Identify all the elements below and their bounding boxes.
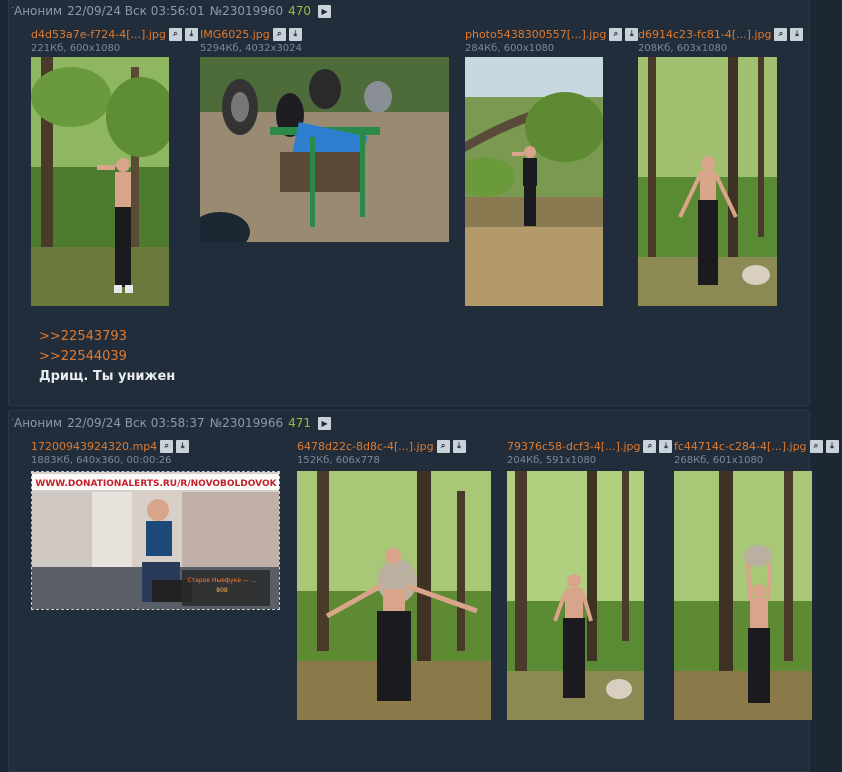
- video-banner-text: WWW.DONATIONALERTS.RU/R/NOVOBOLDOVOK: [35, 479, 277, 489]
- file-meta: 5294Кб, 4032x3024: [200, 43, 302, 54]
- download-icon[interactable]: ⤓: [452, 439, 466, 453]
- download-icon[interactable]: ⤓: [825, 439, 839, 453]
- download-icon[interactable]: ⤓: [625, 27, 639, 41]
- file-thumbnail[interactable]: [465, 57, 603, 306]
- file-item: 17200943924320.mp4 ⌕ ⤓ 1883Кб, 640x360, …: [31, 438, 190, 467]
- file-name-link[interactable]: IMG6025.jpg: [200, 28, 270, 41]
- file-item: fc44714c-c284-4[...].jpg ⌕ ⤓ 268Кб, 601x…: [674, 438, 839, 467]
- post-count: 470: [288, 4, 312, 18]
- search-icon[interactable]: ⌕: [436, 439, 450, 453]
- file-meta: 221Кб, 600x1080: [31, 43, 121, 54]
- file-thumbnail[interactable]: [297, 471, 491, 720]
- file-meta: 208Кб, 603x1080: [638, 43, 728, 54]
- post-23019966: ˙ Аноним 22/09/24 Вск 03:58:37 №23019966…: [8, 410, 839, 772]
- file-name-link[interactable]: photo5438300557[...].jpg: [465, 28, 606, 41]
- file-item: IMG6025.jpg ⌕ ⤓ 5294Кб, 4032x3024: [200, 26, 302, 55]
- file-item: d6914c23-fc81-4[...].jpg ⌕ ⤓ 208Кб, 603x…: [638, 26, 804, 55]
- file-meta: 1883Кб, 640x360, 00:00:26: [31, 455, 172, 466]
- file-meta: 204Кб, 591x1080: [507, 455, 597, 466]
- post-number[interactable]: №23019966: [210, 416, 284, 430]
- play-icon[interactable]: ▶: [318, 4, 332, 18]
- file-meta: 284Кб, 600x1080: [465, 43, 555, 54]
- file-thumbnail[interactable]: [507, 471, 644, 720]
- file-item: d4d53a7e-f724-4[...].jpg ⌕ ⤓ 221Кб, 600x…: [31, 26, 198, 55]
- post-datetime: 22/09/24 Вск 03:58:37: [67, 416, 205, 430]
- post-header: Аноним 22/09/24 Вск 03:58:37 №23019966 4…: [14, 416, 332, 430]
- post-author: Аноним: [14, 416, 63, 430]
- file-name-link[interactable]: d4d53a7e-f724-4[...].jpg: [31, 28, 166, 41]
- post-author: Аноним: [14, 4, 63, 18]
- search-icon[interactable]: ⌕: [809, 439, 823, 453]
- download-icon[interactable]: ⤓: [659, 439, 673, 453]
- file-thumbnail[interactable]: [638, 57, 777, 306]
- post-count: 471: [288, 416, 312, 430]
- file-item: photo5438300557[...].jpg ⌕ ⤓ 284Кб, 600x…: [465, 26, 639, 55]
- post-datetime: 22/09/24 Вск 03:56:01: [67, 4, 205, 18]
- search-icon[interactable]: ⌕: [643, 439, 657, 453]
- video-thumbnail[interactable]: WWW.DONATIONALERTS.RU/R/NOVOBOLDOVOK Ста…: [31, 471, 280, 610]
- search-icon[interactable]: ⌕: [160, 439, 174, 453]
- download-icon[interactable]: ⤓: [790, 27, 804, 41]
- reply-link[interactable]: >>22543793: [39, 327, 175, 347]
- post-number[interactable]: №23019960: [210, 4, 284, 18]
- post-body: >>22543793 >>22544039 Дрищ. Ты унижен: [39, 327, 175, 387]
- post-23019960: ˙ Аноним 22/09/24 Вск 03:56:01 №23019960…: [8, 0, 810, 406]
- video-caption: Старое Ныефуке — ...: [188, 577, 257, 584]
- download-icon[interactable]: ⤓: [184, 27, 198, 41]
- file-name-link[interactable]: d6914c23-fc81-4[...].jpg: [638, 28, 771, 41]
- file-item: 79376c58-dcf3-4[...].jpg ⌕ ⤓ 204Кб, 591x…: [507, 438, 673, 467]
- search-icon[interactable]: ⌕: [168, 27, 182, 41]
- download-icon[interactable]: ⤓: [176, 439, 190, 453]
- file-name-link[interactable]: 79376c58-dcf3-4[...].jpg: [507, 440, 640, 453]
- video-caption: 808: [216, 587, 228, 594]
- file-name-link[interactable]: 6478d22c-8d8c-4[...].jpg: [297, 440, 434, 453]
- download-icon[interactable]: ⤓: [288, 27, 302, 41]
- search-icon[interactable]: ⌕: [272, 27, 286, 41]
- file-name-link[interactable]: fc44714c-c284-4[...].jpg: [674, 440, 807, 453]
- file-meta: 152Кб, 606x778: [297, 455, 380, 466]
- play-icon[interactable]: ▶: [318, 416, 332, 430]
- file-thumbnail[interactable]: [200, 57, 449, 242]
- reply-link[interactable]: >>22544039: [39, 347, 175, 367]
- file-thumbnail[interactable]: [31, 57, 169, 306]
- post-text: Дрищ. Ты унижен: [39, 369, 176, 384]
- file-meta: 268Кб, 601x1080: [674, 455, 764, 466]
- search-icon[interactable]: ⌕: [609, 27, 623, 41]
- file-item: 6478d22c-8d8c-4[...].jpg ⌕ ⤓ 152Кб, 606x…: [297, 438, 466, 467]
- file-name-link[interactable]: 17200943924320.mp4: [31, 440, 157, 453]
- post-header: Аноним 22/09/24 Вск 03:56:01 №23019960 4…: [14, 4, 332, 18]
- file-thumbnail[interactable]: [674, 471, 812, 720]
- search-icon[interactable]: ⌕: [774, 27, 788, 41]
